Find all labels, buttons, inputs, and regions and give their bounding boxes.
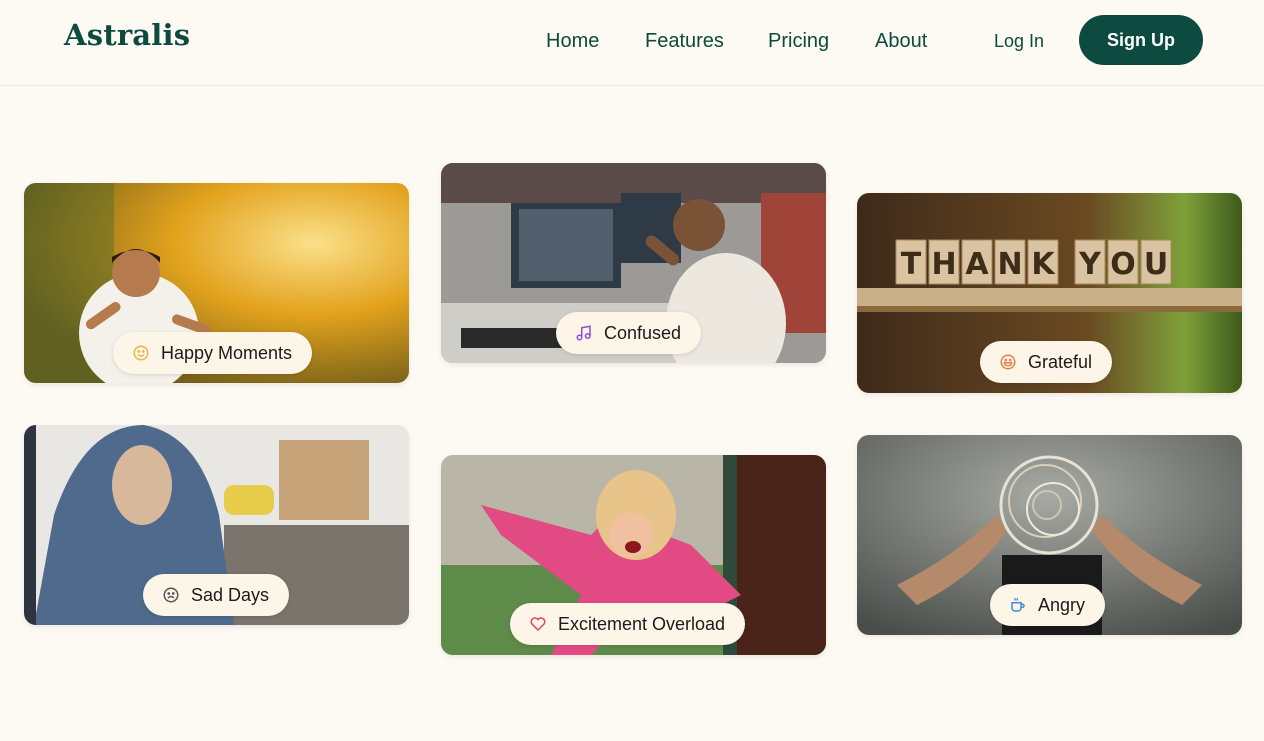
grin-icon [998,352,1018,372]
letter-block-text: Y [1078,247,1102,282]
mood-card-grateful[interactable]: THANKYOU Grateful [857,193,1242,393]
nav-about-link[interactable]: About [875,28,927,54]
letter-block-text: H [931,247,956,282]
mood-card-confused[interactable]: Confused [441,163,826,363]
music-note-icon [574,323,594,343]
login-link[interactable]: Log In [994,30,1044,52]
mood-pill[interactable]: Excitement Overload [510,603,746,645]
mood-card-angry[interactable]: Angry [857,435,1242,635]
letter-block-text: N [997,247,1022,282]
mood-card-happy-moments[interactable]: Happy Moments [24,183,409,383]
nav-pricing-link[interactable]: Pricing [768,28,829,54]
nav-home-link[interactable]: Home [546,28,599,54]
mood-card-sad-days[interactable]: Sad Days [24,425,409,625]
letter-block-text: A [965,247,989,282]
letter-block-text: T [901,247,922,282]
mood-card-excitement-overload[interactable]: Excitement Overload [441,455,826,655]
mood-label: Angry [1038,594,1086,615]
thank-you-sign: THANKYOU [895,239,1172,285]
nav-features-link[interactable]: Features [645,28,724,54]
mood-label: Sad Days [191,584,270,605]
mood-label: Grateful [1028,351,1093,372]
mood-label: Happy Moments [161,342,293,363]
mood-pill[interactable]: Happy Moments [113,332,313,374]
mood-pill[interactable]: Grateful [980,341,1113,383]
brand-logo[interactable]: Astralis [64,18,190,52]
mood-pill[interactable]: Sad Days [143,574,290,616]
mood-label: Excitement Overload [558,613,726,634]
mood-label: Confused [604,322,682,343]
heart-icon [528,614,548,634]
smile-icon [131,343,151,363]
mood-pill[interactable]: Confused [556,312,702,354]
site-header: Astralis Home Features Pricing About Log… [0,0,1264,86]
mood-pill[interactable]: Angry [990,584,1106,626]
letter-block-text: K [1031,247,1056,282]
coffee-cup-icon [1008,595,1028,615]
frown-icon [161,585,181,605]
signup-button[interactable]: Sign Up [1079,15,1203,65]
letter-block-text: U [1144,247,1168,282]
letter-block-text: O [1110,247,1136,282]
